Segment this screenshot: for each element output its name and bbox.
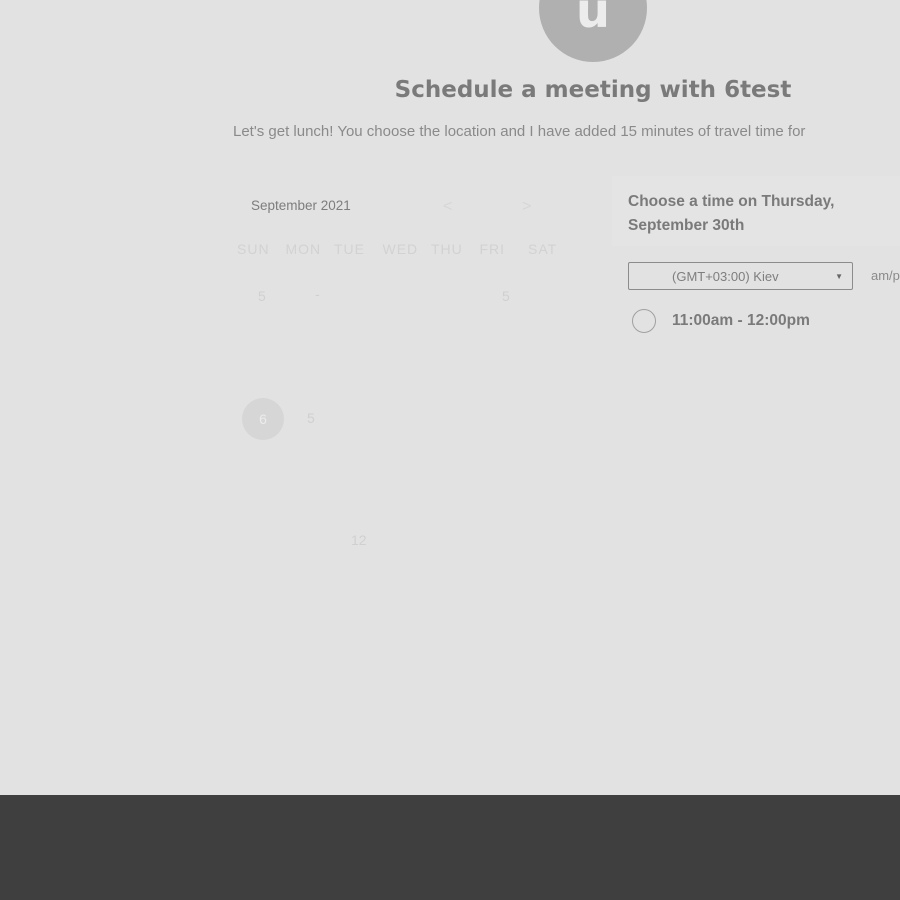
weekday-sun: SUN — [237, 241, 270, 257]
time-slot-radio[interactable] — [632, 309, 656, 333]
calendar-day[interactable]: 5 — [307, 410, 315, 426]
avatar-initial: u — [575, 0, 611, 39]
selected-day-number: 6 — [259, 411, 267, 427]
calendar-day[interactable]: 5 — [258, 288, 266, 304]
weekday-tue: TUE — [334, 241, 365, 257]
chevron-left-icon[interactable]: < — [443, 198, 452, 216]
calendar-day[interactable]: - — [315, 286, 320, 302]
time-slot-label[interactable]: 11:00am - 12:00pm — [672, 312, 810, 330]
calendar-day[interactable]: 12 — [351, 532, 367, 548]
page-title: Schedule a meeting with 6test — [394, 77, 792, 103]
weekday-fri: FRI — [479, 241, 506, 257]
calendar-day[interactable]: 5 — [502, 288, 510, 304]
weekday-sat: SAT — [528, 241, 558, 257]
time-panel-heading: Choose a time on Thursday, September 30t… — [628, 193, 835, 234]
timezone-select[interactable]: (GMT+03:00) Kiev ▼ — [628, 262, 853, 290]
host-avatar: u — [539, 0, 647, 62]
timezone-value: (GMT+03:00) Kiev — [672, 268, 779, 284]
weekday-wed: WED — [382, 241, 419, 257]
calendar-day-selected[interactable]: 6 — [242, 398, 284, 440]
time-format-toggle[interactable]: am/p — [871, 268, 900, 283]
event-description: Let's get lunch! You choose the location… — [233, 123, 806, 140]
weekday-thu: THU — [431, 241, 463, 257]
weekday-header: SUN MON TUE WED THU FRI SAT — [237, 241, 577, 257]
month-label: September 2021 — [251, 198, 351, 213]
chevron-right-icon[interactable]: > — [522, 198, 531, 216]
weekday-mon: MON — [285, 241, 322, 257]
caret-down-icon: ▼ — [835, 271, 843, 281]
footer-bar — [0, 795, 900, 900]
